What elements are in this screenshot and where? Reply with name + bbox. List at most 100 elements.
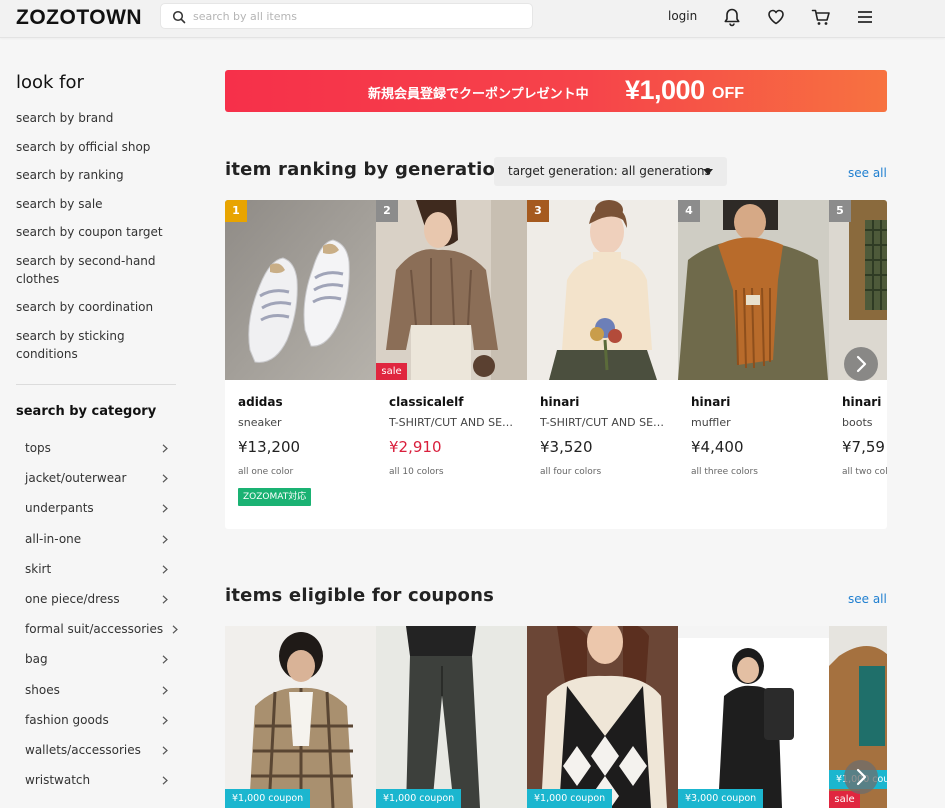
search-icon: [172, 10, 186, 24]
item-price: ¥3,520: [540, 438, 593, 456]
banner-text: 新規会員登録でクーポンプレゼント中: [368, 87, 589, 102]
sidebar-divider: [16, 384, 176, 385]
coupon-item[interactable]: ¥1,000 coupon: [376, 626, 527, 808]
item-price: ¥13,200: [238, 438, 301, 456]
sidebar-link-ranking[interactable]: search by ranking: [16, 166, 176, 184]
sidebar: look for search by brand search by offic…: [16, 72, 176, 373]
category-item-one-piece-dress[interactable]: one piece/dress: [25, 590, 173, 620]
ranking-item[interactable]: 1 adidas sneaker ¥13,200 all one color Z…: [225, 200, 376, 529]
coupon-tag: ¥1,000 coupon: [225, 789, 311, 808]
rank-badge: 5: [829, 200, 851, 222]
chevron-right-icon: [162, 444, 168, 453]
zozomat-badge: ZOZOMAT対応: [238, 488, 312, 506]
product-image-turtleneck: [527, 200, 678, 380]
coupon-tag: ¥3,000 coupon: [678, 789, 764, 808]
ranking-item[interactable]: 3 hinari T-SHIRT/CUT AND SEWN ¥3,520 all…: [527, 200, 678, 529]
header-bar: ZOZOTOWN login: [0, 0, 945, 38]
category-item-bag[interactable]: bag: [25, 650, 173, 680]
coupon-item[interactable]: ¥1,000 coupon: [527, 626, 678, 808]
search-input[interactable]: [193, 7, 523, 25]
category-item-fashion-goods[interactable]: fashion goods: [25, 711, 173, 741]
category-label: underpants: [25, 501, 94, 516]
category-item-wallets-accessories[interactable]: wallets/accessories: [25, 741, 173, 771]
category-item-tops[interactable]: tops: [25, 439, 173, 469]
sidebar-link-coupon-target[interactable]: search by coupon target: [16, 223, 176, 241]
coupon-tag: ¥1,000 coupon: [527, 789, 613, 808]
coupon-carousel: ¥1,000 coupon ¥1,000 coupon ¥1,000 coupo…: [225, 626, 887, 808]
category-label: jacket/outerwear: [25, 471, 127, 486]
product-image-plaid-jacket: [225, 626, 376, 808]
ranking-item[interactable]: 2 sale classicalelf T-SHIRT/CUT AND SEWN…: [376, 200, 527, 529]
banner-amount: ¥1,000: [625, 75, 705, 105]
item-colors: all one color: [238, 467, 294, 477]
chevron-right-icon: [162, 474, 168, 483]
category-label: wristwatch: [25, 773, 91, 788]
item-colors: all 10 colors: [389, 467, 444, 477]
ranking-item[interactable]: 4 hinari muffler ¥4,400 all three colors: [678, 200, 829, 529]
category-item-skirt[interactable]: skirt: [25, 560, 173, 590]
item-category: T-SHIRT/CUT AND SEWN: [389, 416, 519, 429]
category-label: all-in-one: [25, 531, 82, 546]
zozotown-logo[interactable]: ZOZOTOWN: [16, 6, 142, 30]
signup-coupon-banner[interactable]: 新規会員登録でクーポンプレゼント中 ¥1,000 OFF: [225, 70, 887, 112]
coupon-section-title: items eligible for coupons: [225, 585, 495, 606]
category-label: tops: [25, 441, 51, 455]
category-item-formal-suit[interactable]: formal suit/accessories: [25, 620, 178, 650]
category-item-underpants[interactable]: underpants: [25, 499, 173, 529]
caret-down-icon: [703, 169, 713, 175]
heart-icon[interactable]: [766, 7, 786, 27]
rank-badge: 3: [527, 200, 549, 222]
rank-badge: 1: [225, 200, 247, 222]
chevron-right-icon: [856, 768, 867, 786]
coupon-tag: ¥1,000 coupon: [376, 789, 462, 808]
category-item-jacket-outerwear[interactable]: jacket/outerwear: [25, 469, 173, 499]
sidebar-link-sale[interactable]: search by sale: [16, 195, 176, 213]
category-label: skirt: [25, 561, 52, 576]
item-category: T-SHIRT/CUT AND SEWN: [540, 416, 670, 429]
sidebar-link-official-shop[interactable]: search by official shop: [16, 138, 176, 156]
chevron-right-icon: [162, 534, 168, 544]
banner-off: OFF: [712, 85, 744, 102]
category-item-wristwatch[interactable]: wristwatch: [25, 771, 173, 801]
chevron-right-icon: [162, 716, 168, 725]
category-label: shoes: [25, 682, 60, 697]
ranking-see-all-link[interactable]: see all: [848, 166, 887, 180]
item-category: muffler: [691, 416, 731, 429]
item-brand: adidas: [238, 395, 283, 409]
sidebar-link-second-hand[interactable]: search by second-hand clothes: [16, 252, 176, 288]
search-box[interactable]: [160, 3, 533, 29]
chevron-right-icon: [856, 355, 867, 373]
chevron-right-icon: [162, 595, 168, 604]
coupon-item[interactable]: ¥3,000 coupon: [678, 626, 829, 808]
category-label: one piece/dress: [25, 591, 120, 606]
item-colors: all three colors: [691, 467, 758, 477]
chevron-right-icon: [162, 504, 168, 514]
category-label: fashion goods: [25, 712, 109, 727]
login-link[interactable]: login: [668, 9, 697, 23]
coupon-see-all-link[interactable]: see all: [848, 592, 887, 606]
ranking-section-title: item ranking by generation: [225, 159, 509, 180]
chevron-right-icon: [162, 746, 168, 755]
generation-select[interactable]: target generation: all generations: [494, 157, 727, 186]
sidebar-link-coordination[interactable]: search by coordination: [16, 298, 176, 316]
chevron-right-icon: [162, 565, 168, 574]
sidebar-link-brand[interactable]: search by brand: [16, 109, 176, 127]
category-item-all-in-one[interactable]: all-in-one: [25, 530, 173, 560]
chevron-right-icon: [162, 776, 168, 785]
product-image-muffler: [678, 200, 829, 380]
product-image-sneaker: [225, 200, 376, 380]
carousel-next-button[interactable]: [844, 347, 878, 381]
item-brand: classicalelf: [389, 395, 464, 409]
category-label: bag: [25, 652, 48, 667]
category-item-shoes[interactable]: shoes: [25, 681, 173, 711]
coupon-item[interactable]: ¥1,000 coupon: [225, 626, 376, 808]
bell-icon[interactable]: [722, 7, 742, 27]
sidebar-link-sticking-conditions[interactable]: search by sticking conditions: [16, 327, 176, 363]
menu-icon[interactable]: [855, 7, 875, 27]
rank-badge: 4: [678, 200, 700, 222]
cart-icon[interactable]: [811, 7, 831, 27]
coupon-carousel-next-button[interactable]: [844, 760, 878, 794]
product-image-blouse: [376, 200, 527, 380]
chevron-right-icon: [162, 685, 168, 695]
rank-badge: 2: [376, 200, 398, 222]
